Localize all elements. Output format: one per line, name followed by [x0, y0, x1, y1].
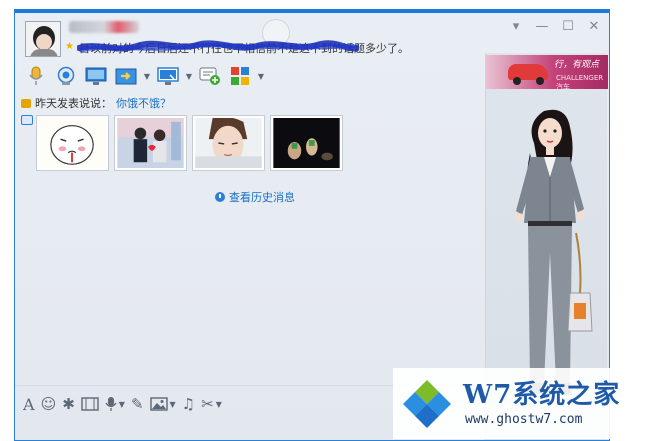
star-icon: ★ [65, 41, 74, 52]
cartoon-face-image [39, 118, 106, 168]
film-icon [81, 397, 99, 411]
message-area[interactable]: 昨天发表说说： 你饿不饿？ 查看历史消息 [15, 93, 483, 383]
photo-dark[interactable] [270, 115, 343, 171]
dropdown-button[interactable]: ▾ [507, 18, 525, 34]
send-file-dropdown-icon[interactable]: ▼ [143, 64, 151, 88]
notice-icon [21, 98, 31, 108]
left-margin [0, 0, 14, 441]
remote-desktop-button[interactable] [83, 64, 109, 88]
create-discussion-button[interactable] [197, 64, 223, 88]
image-button[interactable] [149, 393, 168, 415]
watermark-url: www.ghostw7.com [465, 412, 583, 427]
notice-label: 昨天发表说说： [35, 97, 112, 110]
microphone-icon [29, 66, 43, 85]
couple-photo-image [117, 118, 184, 168]
video-call-button[interactable] [53, 64, 79, 88]
screen-share-button[interactable] [155, 64, 181, 88]
feed-notice: 昨天发表说说： 你饿不饿？ [21, 95, 171, 111]
chat-toolbar: ▼ ▼ ▼ [23, 63, 265, 89]
voice-call-button[interactable] [23, 64, 49, 88]
ad-subtext: CHALLENGER 汽车 [556, 74, 604, 89]
image-icon [149, 397, 168, 411]
portrait-photo-image [195, 116, 262, 168]
maximize-button[interactable]: ☐ [559, 18, 577, 34]
minimize-button[interactable]: — [533, 18, 551, 34]
font-button[interactable]: A [23, 393, 35, 415]
dark-photo-image [273, 118, 340, 168]
screenshot-dropdown-icon[interactable]: ▼ [216, 400, 222, 409]
image-dropdown-icon[interactable]: ▼ [170, 400, 176, 409]
notice-link[interactable]: 你饿不饿？ [116, 95, 171, 111]
nickname-redacted [69, 21, 139, 33]
watermark-title: W7系统之家 [463, 380, 621, 410]
voice-dropdown-icon[interactable]: ▼ [119, 400, 125, 409]
windows-logo-icon [403, 380, 451, 428]
send-file-button[interactable] [113, 64, 139, 88]
webcam-icon [57, 66, 75, 85]
input-toolbar: A ☺ ✱ ▼ ✎ ▼ ♫ ✂ ▼ [23, 391, 222, 417]
voice-message-button[interactable] [105, 393, 117, 415]
scribble-overlay [77, 40, 359, 52]
photo-cartoon[interactable] [36, 115, 109, 171]
ad-text: 行，有观点 [554, 60, 600, 70]
site-watermark: W7系统之家 www.ghostw7.com [393, 368, 640, 439]
photo-portrait[interactable] [192, 115, 265, 171]
photo-couple[interactable] [114, 115, 187, 171]
monitor-icon [85, 67, 107, 85]
screenshot-button[interactable]: ✂ [201, 393, 214, 415]
history-label: 查看历史消息 [229, 191, 295, 204]
screen-icon [157, 67, 179, 85]
gif-button[interactable] [81, 393, 99, 415]
camera-icon [21, 115, 33, 125]
apps-grid-icon [231, 67, 249, 85]
chat-add-icon [199, 67, 220, 85]
window-shake-button[interactable]: ✱ [62, 393, 75, 415]
apps-dropdown-icon[interactable]: ▼ [257, 64, 265, 88]
avatar[interactable] [25, 21, 61, 57]
photo-strip [36, 115, 343, 171]
ad-banner[interactable]: 行，有观点 CHALLENGER 汽车 [486, 55, 608, 89]
window-controls: ▾ — ☐ ✕ [507, 18, 603, 34]
screen-share-dropdown-icon[interactable]: ▼ [185, 64, 193, 88]
clock-icon [215, 192, 225, 202]
edit-button[interactable]: ✎ [131, 393, 144, 415]
contact-nickname [69, 21, 139, 35]
music-button[interactable]: ♫ [182, 393, 195, 415]
apps-button[interactable] [227, 64, 253, 88]
folder-arrow-icon [115, 68, 137, 85]
view-history-link[interactable]: 查看历史消息 [215, 189, 295, 205]
mic-icon [105, 397, 117, 411]
close-button[interactable]: ✕ [585, 18, 603, 34]
emoji-button[interactable]: ☺ [41, 393, 57, 415]
